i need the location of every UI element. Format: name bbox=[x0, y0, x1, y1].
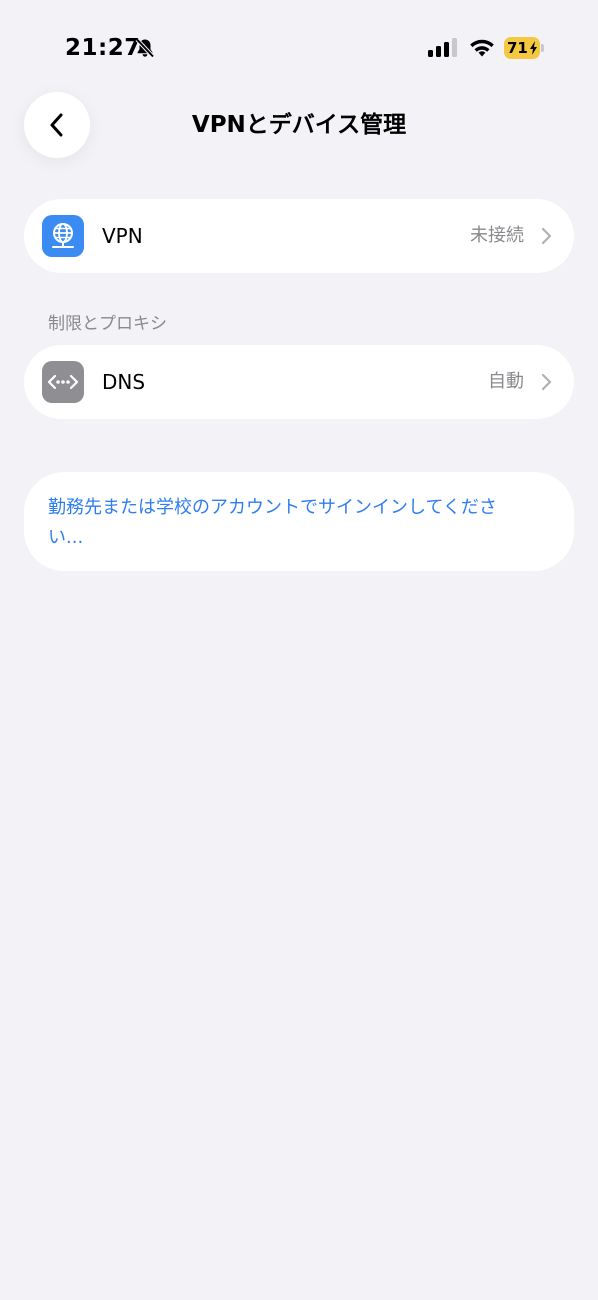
status-time: 21:27 bbox=[65, 35, 141, 61]
battery-level: 71 bbox=[507, 39, 528, 57]
signin-card[interactable]: 勤務先または学校のアカウントでサインインしてください... bbox=[24, 472, 574, 571]
vpn-label: VPN bbox=[102, 224, 143, 248]
cellular-signal-icon bbox=[428, 38, 457, 57]
vpn-app-icon bbox=[42, 215, 84, 257]
vpn-group: VPN 未接続 bbox=[24, 199, 574, 273]
vpn-status-value: 未接続 bbox=[470, 225, 524, 246]
globe-network-icon bbox=[52, 223, 74, 248]
battery-cap bbox=[541, 44, 544, 52]
dns-label: DNS bbox=[102, 370, 146, 394]
section-header-restrictions: 制限とプロキシ bbox=[48, 314, 167, 334]
chevron-right-icon bbox=[541, 373, 552, 391]
dns-group: DNS 自動 bbox=[24, 345, 574, 419]
charging-bolt-icon bbox=[530, 41, 537, 55]
dns-app-icon bbox=[42, 361, 84, 403]
signin-link[interactable]: 勤務先または学校のアカウントでサインインしてください... bbox=[48, 493, 508, 553]
wifi-icon bbox=[470, 39, 494, 57]
dns-status-value: 自動 bbox=[488, 371, 524, 392]
battery-indicator: 71 bbox=[504, 37, 544, 59]
dns-dots-icon bbox=[47, 374, 79, 390]
bell-slash-icon bbox=[135, 38, 155, 58]
page-title: VPNとデバイス管理 bbox=[191, 112, 407, 138]
status-bar: 21:27 71 bbox=[0, 0, 598, 80]
dns-row[interactable]: DNS 自動 bbox=[24, 345, 574, 419]
vpn-row[interactable]: VPN 未接続 bbox=[24, 199, 574, 273]
chevron-right-icon bbox=[541, 227, 552, 245]
